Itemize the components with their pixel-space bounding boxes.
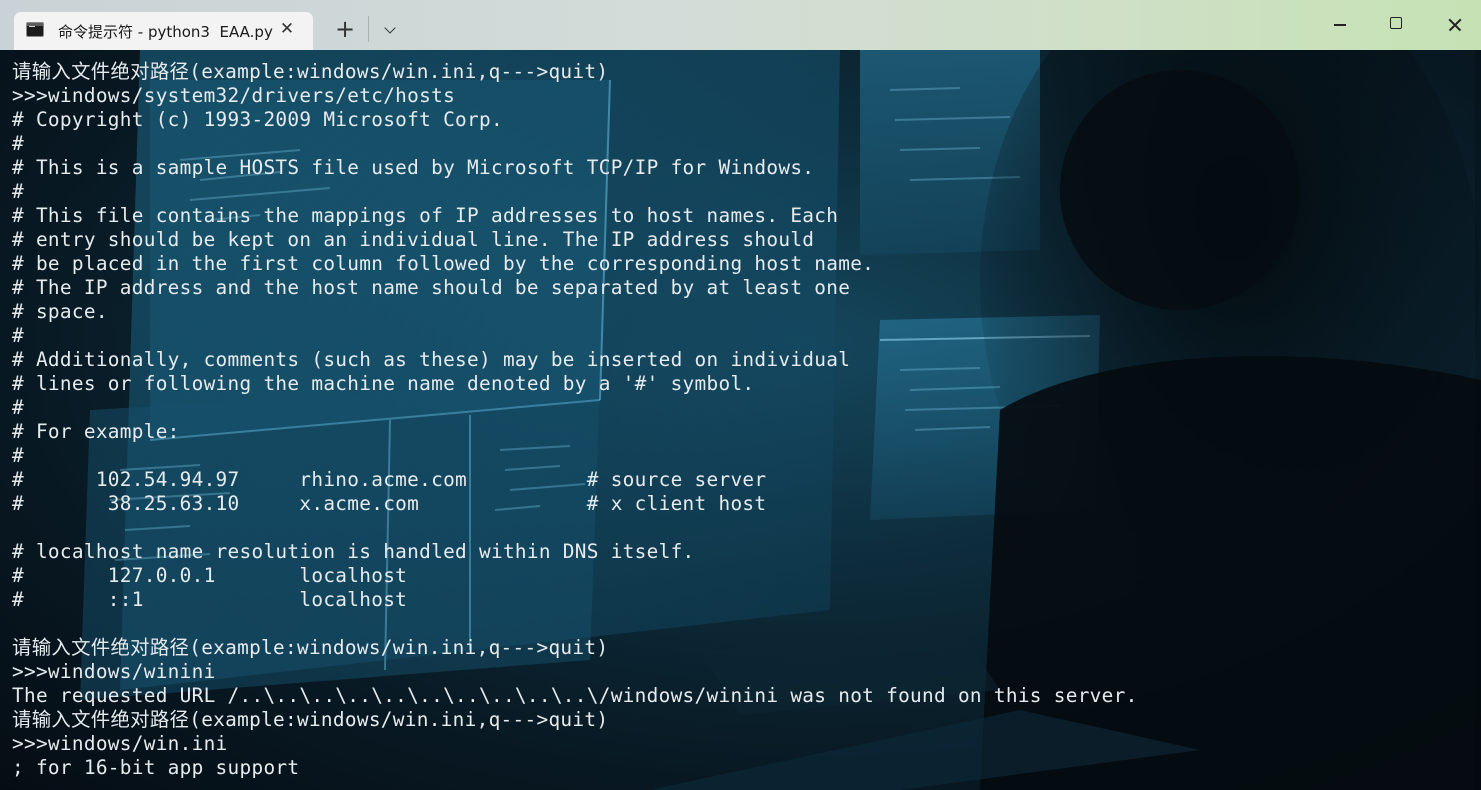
terminal-output[interactable]: 请输入文件绝对路径(example:windows/win.ini,q--->q… xyxy=(12,60,1138,780)
terminal-line: # xyxy=(12,324,24,347)
cmd-icon xyxy=(26,22,44,37)
terminal-line: # be placed in the first column followed… xyxy=(12,252,875,275)
terminal-line: # xyxy=(12,444,24,467)
terminal-line: ; for 16-bit app support xyxy=(12,756,300,779)
terminal-line: # 102.54.94.97 rhino.acme.com # source s… xyxy=(12,468,767,491)
close-window-icon[interactable] xyxy=(1426,0,1481,48)
terminal-line: # Additionally, comments (such as these)… xyxy=(12,348,851,371)
terminal-line: >>>windows/winini xyxy=(12,660,216,683)
minimize-icon[interactable] xyxy=(1312,0,1368,48)
scrollbar[interactable] xyxy=(1475,50,1481,790)
close-icon[interactable]: ✕ xyxy=(277,19,297,39)
terminal-line: # ::1 localhost xyxy=(12,588,408,611)
terminal-area[interactable]: 请输入文件绝对路径(example:windows/win.ini,q--->q… xyxy=(0,50,1481,790)
terminal-line: # entry should be kept on an individual … xyxy=(12,228,815,251)
terminal-line: 请输入文件绝对路径(example:windows/win.ini,q--->q… xyxy=(12,708,609,731)
chevron-down-icon[interactable] xyxy=(378,17,402,41)
terminal-line: # This file contains the mappings of IP … xyxy=(12,204,839,227)
terminal-line: # The IP address and the host name shoul… xyxy=(12,276,851,299)
title-bar[interactable]: 命令提示符 - python3 EAA.py ✕ + xyxy=(0,0,1481,50)
tab-divider xyxy=(368,16,369,42)
terminal-line: # lines or following the machine name de… xyxy=(12,372,755,395)
terminal-line: >>>windows/win.ini xyxy=(12,732,228,755)
terminal-line: # Copyright (c) 1993-2009 Microsoft Corp… xyxy=(12,108,503,131)
terminal-line: # xyxy=(12,396,24,419)
terminal-line: # xyxy=(12,180,24,203)
tab-title: 命令提示符 - python3 EAA.py xyxy=(58,23,273,41)
terminal-line: # localhost name resolution is handled w… xyxy=(12,540,695,563)
terminal-line: The requested URL /..\..\..\..\..\..\..\… xyxy=(12,684,1138,707)
terminal-line: # 38.25.63.10 x.acme.com # x client host xyxy=(12,492,767,515)
terminal-line: # For example: xyxy=(12,420,180,443)
terminal-line: # 127.0.0.1 localhost xyxy=(12,564,408,587)
maximize-icon[interactable] xyxy=(1368,0,1424,48)
terminal-line: # This is a sample HOSTS file used by Mi… xyxy=(12,156,815,179)
plus-icon[interactable]: + xyxy=(330,14,360,44)
terminal-line: >>>windows/system32/drivers/etc/hosts xyxy=(12,84,456,107)
terminal-tab[interactable]: 命令提示符 - python3 EAA.py ✕ xyxy=(14,12,313,50)
terminal-line: 请输入文件绝对路径(example:windows/win.ini,q--->q… xyxy=(12,60,609,83)
terminal-line: # xyxy=(12,132,24,155)
terminal-line: # space. xyxy=(12,300,108,323)
terminal-line: 请输入文件绝对路径(example:windows/win.ini,q--->q… xyxy=(12,636,609,659)
